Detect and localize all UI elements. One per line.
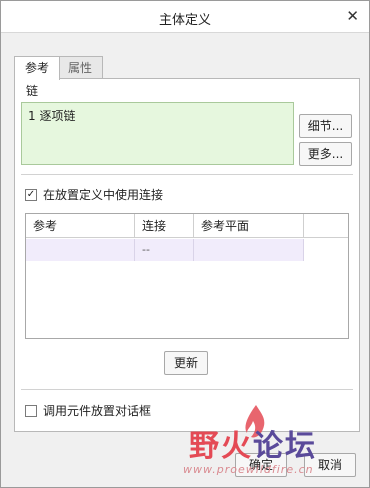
column-header-reference[interactable]: 参考 bbox=[26, 214, 135, 238]
connections-table: 参考 连接 参考平面 -- bbox=[25, 213, 349, 339]
divider bbox=[21, 389, 353, 390]
more-button[interactable]: 更多... bbox=[299, 142, 352, 166]
ok-button[interactable]: 确定 bbox=[235, 453, 287, 477]
use-connections-row[interactable]: ✓ 在放置定义中使用连接 bbox=[25, 186, 163, 203]
cancel-button[interactable]: 取消 bbox=[304, 453, 356, 477]
dialog-title: 主体定义 bbox=[158, 13, 211, 28]
details-button[interactable]: 细节... bbox=[299, 114, 352, 138]
body-definition-dialog: 主体定义 ✕ 参考 属性 链 1 逐项链 细节... 更多... ✓ 在放置定义… bbox=[0, 0, 370, 488]
invoke-placement-row[interactable]: 调用元件放置对话框 bbox=[25, 402, 151, 419]
table-header: 参考 连接 参考平面 bbox=[26, 214, 348, 238]
cell-reference[interactable] bbox=[26, 239, 135, 261]
close-icon[interactable]: ✕ bbox=[346, 7, 359, 25]
use-connections-checkbox[interactable]: ✓ bbox=[25, 188, 37, 201]
chain-collector[interactable]: 1 逐项链 bbox=[21, 102, 294, 165]
title-bar: 主体定义 ✕ bbox=[1, 1, 369, 33]
table-row[interactable]: -- bbox=[26, 239, 304, 261]
update-button[interactable]: 更新 bbox=[164, 351, 208, 375]
cell-connection[interactable]: -- bbox=[135, 239, 194, 261]
tab-properties[interactable]: 属性 bbox=[57, 56, 104, 79]
chain-label: 链 bbox=[26, 84, 39, 98]
invoke-placement-checkbox[interactable] bbox=[25, 404, 37, 417]
cell-reference-plane[interactable] bbox=[194, 239, 304, 261]
divider bbox=[21, 174, 353, 175]
chain-item[interactable]: 1 逐项链 bbox=[28, 107, 287, 124]
invoke-placement-label: 调用元件放置对话框 bbox=[43, 404, 152, 418]
use-connections-label: 在放置定义中使用连接 bbox=[43, 188, 164, 202]
tab-references[interactable]: 参考 bbox=[14, 56, 61, 80]
column-header-connection[interactable]: 连接 bbox=[135, 214, 194, 238]
column-header-reference-plane[interactable]: 参考平面 bbox=[194, 214, 304, 238]
